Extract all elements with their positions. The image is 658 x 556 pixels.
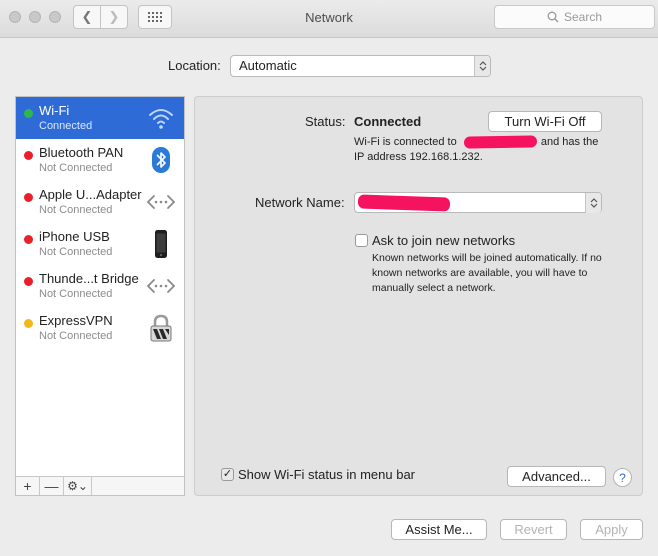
add-service-button[interactable]: + (16, 477, 40, 495)
bluetooth-icon (146, 145, 176, 175)
forward-button[interactable]: ❯ (100, 5, 128, 29)
service-apple-usb-adapter[interactable]: Apple U...Adapter Not Connected (16, 181, 184, 223)
service-status: Not Connected (39, 288, 113, 300)
service-expressvpn[interactable]: ExpressVPN Not Connected (16, 307, 184, 349)
ethernet-arrows-icon (146, 187, 176, 217)
service-status: Not Connected (39, 330, 113, 342)
service-name: ExpressVPN (39, 313, 113, 328)
turn-wifi-off-button[interactable]: Turn Wi-Fi Off (488, 111, 602, 132)
service-name: iPhone USB (39, 229, 110, 244)
wifi-icon (146, 103, 176, 133)
iphone-icon (146, 229, 176, 259)
redaction-mark (463, 135, 538, 149)
checkmark-icon: ✓ (222, 468, 233, 480)
chevron-right-icon: ❯ (108, 9, 120, 24)
status-dot (24, 151, 33, 160)
location-select[interactable]: Automatic (230, 55, 491, 77)
title-bar: ❮ ❯ Network Search (0, 0, 658, 38)
ethernet-arrows-icon (146, 271, 176, 301)
lock-icon (146, 313, 176, 343)
status-dot (24, 319, 33, 328)
grid-icon (148, 12, 162, 22)
location-value: Automatic (239, 58, 297, 73)
service-name: Bluetooth PAN (39, 145, 124, 160)
search-field[interactable]: Search (494, 5, 655, 29)
apply-button[interactable]: Apply (580, 519, 643, 540)
service-bluetooth-pan[interactable]: Bluetooth PAN Not Connected (16, 139, 184, 181)
service-status: Connected (39, 120, 93, 132)
service-wifi[interactable]: Wi-Fi Connected (16, 97, 184, 139)
select-arrows-icon (474, 56, 490, 76)
search-placeholder: Search (563, 10, 603, 24)
status-value: Connected (354, 114, 422, 129)
status-dot (24, 109, 33, 118)
service-name: Wi-Fi (39, 103, 70, 118)
status-label: Status: (305, 114, 346, 129)
service-status: Not Connected (39, 204, 113, 216)
service-list: Wi-Fi Connected Bluetooth PAN Not Connec… (16, 97, 184, 477)
service-iphone-usb[interactable]: iPhone USB Not Connected (16, 223, 184, 265)
service-status: Not Connected (39, 246, 113, 258)
service-name: Thunde...t Bridge (39, 271, 139, 286)
revert-button[interactable]: Revert (500, 519, 567, 540)
known-networks-description: Known networks will be joined automatica… (372, 252, 602, 294)
search-icon (547, 11, 559, 23)
zoom-window-button[interactable] (49, 11, 61, 23)
assist-me-button[interactable]: Assist Me... (391, 519, 487, 540)
chevron-left-icon: ❮ (81, 9, 93, 24)
minimize-window-button[interactable] (29, 11, 41, 23)
close-window-button[interactable] (9, 11, 21, 23)
advanced-button[interactable]: Advanced... (507, 466, 606, 487)
ask-to-join-checkbox[interactable] (355, 234, 368, 247)
show-all-button[interactable] (138, 5, 172, 29)
status-dot (24, 193, 33, 202)
show-in-menu-bar-checkbox[interactable]: ✓ (221, 468, 234, 481)
service-status: Not Connected (39, 162, 113, 174)
service-list-panel: Wi-Fi Connected Bluetooth PAN Not Connec… (15, 96, 185, 496)
service-thunderbolt-bridge[interactable]: Thunde...t Bridge Not Connected (16, 265, 184, 307)
back-button[interactable]: ❮ (73, 5, 101, 29)
ask-to-join-label: Ask to join new networks (372, 233, 516, 248)
status-dot (24, 235, 33, 244)
help-button[interactable]: ? (613, 468, 632, 487)
status-dot (24, 277, 33, 286)
connection-desc-prefix: Wi-Fi is connected to (354, 136, 457, 148)
service-name: Apple U...Adapter (39, 187, 142, 202)
network-name-label: Network Name: (255, 195, 345, 210)
gear-menu-button[interactable]: ⚙︎⌄ (64, 477, 92, 495)
remove-service-button[interactable]: — (40, 477, 64, 495)
location-label: Location: (168, 58, 221, 73)
select-arrows-icon (585, 193, 601, 213)
show-in-menu-bar-label: Show Wi-Fi status in menu bar (238, 467, 416, 482)
service-list-toolbar: + — ⚙︎⌄ (16, 476, 184, 495)
